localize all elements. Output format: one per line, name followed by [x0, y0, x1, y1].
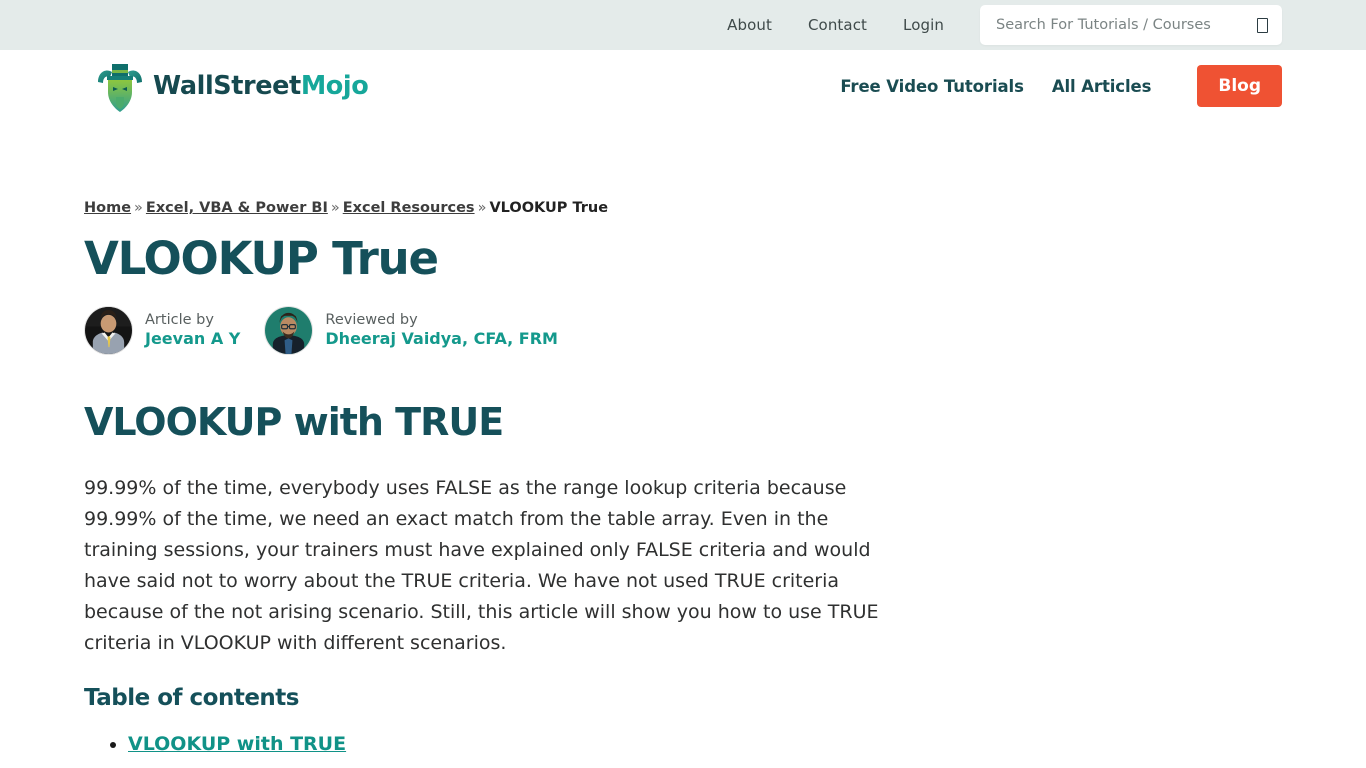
nav-link-all-articles[interactable]: All Articles — [1052, 77, 1152, 96]
avatar-author-jeevan — [84, 305, 133, 355]
breadcrumb-item-excel-vba-power-bi[interactable]: Excel, VBA & Power BI — [146, 200, 328, 216]
site-logo[interactable]: WallStreetMojo — [96, 60, 369, 112]
toc-link-vlookup-with-true[interactable]: VLOOKUP with TRUE — [128, 733, 346, 755]
topbar-link-about[interactable]: About — [727, 16, 772, 34]
byline-name-author[interactable]: Jeevan A Y — [145, 329, 240, 349]
site-header: WallStreetMojo Free Video Tutorials All … — [0, 50, 1366, 122]
blog-button[interactable]: Blog — [1197, 64, 1282, 108]
main-nav: Free Video Tutorials All Articles Blog — [840, 64, 1282, 108]
top-utility-nav: About Contact Login — [727, 16, 944, 34]
topbar-link-contact[interactable]: Contact — [808, 16, 867, 34]
breadcrumb-item-excel-resources[interactable]: Excel Resources — [343, 200, 475, 216]
site-logo-text-accent: Mojo — [300, 71, 369, 101]
byline-author: Article by Jeevan A Y — [84, 305, 240, 355]
byline-role-author: Article by — [145, 312, 214, 329]
breadcrumb-item-current: VLOOKUP True — [489, 200, 609, 216]
avatar-reviewer-dheeraj — [264, 305, 314, 355]
search-input[interactable] — [996, 17, 1251, 33]
breadcrumb-separator: » — [477, 200, 487, 216]
search-box[interactable] — [980, 5, 1282, 45]
intro-paragraph: 99.99% of the time, everybody uses FALSE… — [84, 477, 879, 655]
breadcrumb-item-home[interactable]: Home — [84, 200, 131, 216]
site-logo-text: WallStreetMojo — [153, 71, 369, 101]
breadcrumb-separator: » — [134, 200, 143, 216]
breadcrumb: Home» Excel, VBA & Power BI» Excel Resourc… — [84, 198, 884, 218]
author-photo-dheeraj-icon — [265, 306, 313, 354]
byline-reviewer: Reviewed by Dheeraj Vaidya, CFA, FRM — [264, 305, 558, 355]
byline-name-reviewer[interactable]: Dheeraj Vaidya, CFA, FRM — [325, 329, 558, 349]
search-icon[interactable] — [1257, 17, 1268, 33]
breadcrumb-separator: » — [330, 200, 340, 216]
top-utility-bar: About Contact Login — [0, 0, 1366, 50]
section-heading-vlookup-with-true: VLOOKUP with TRUE — [84, 399, 504, 444]
page-content: Home» Excel, VBA & Power BI» Excel Resourc… — [0, 122, 1366, 768]
byline-group: Article by Jeevan A Y Reviewed by Dheera… — [84, 305, 884, 355]
page-title: VLOOKUP True — [84, 232, 439, 286]
site-logo-text-primary: WallStreet — [153, 71, 301, 101]
toc-item-level1: VLOOKUP with TRUE VLOOKUP Closest Matchi… — [84, 731, 884, 768]
table-of-contents-title: Table of contents — [84, 685, 299, 712]
byline-role-reviewer: Reviewed by — [325, 312, 418, 329]
nav-link-free-video-tutorials[interactable]: Free Video Tutorials — [840, 77, 1024, 96]
topbar-link-login[interactable]: Login — [903, 16, 944, 34]
bull-mascot-logo-icon — [98, 64, 142, 112]
author-photo-jeevan-icon — [85, 306, 132, 354]
table-of-contents-list: VLOOKUP with TRUE VLOOKUP Closest Matchi… — [84, 731, 884, 768]
